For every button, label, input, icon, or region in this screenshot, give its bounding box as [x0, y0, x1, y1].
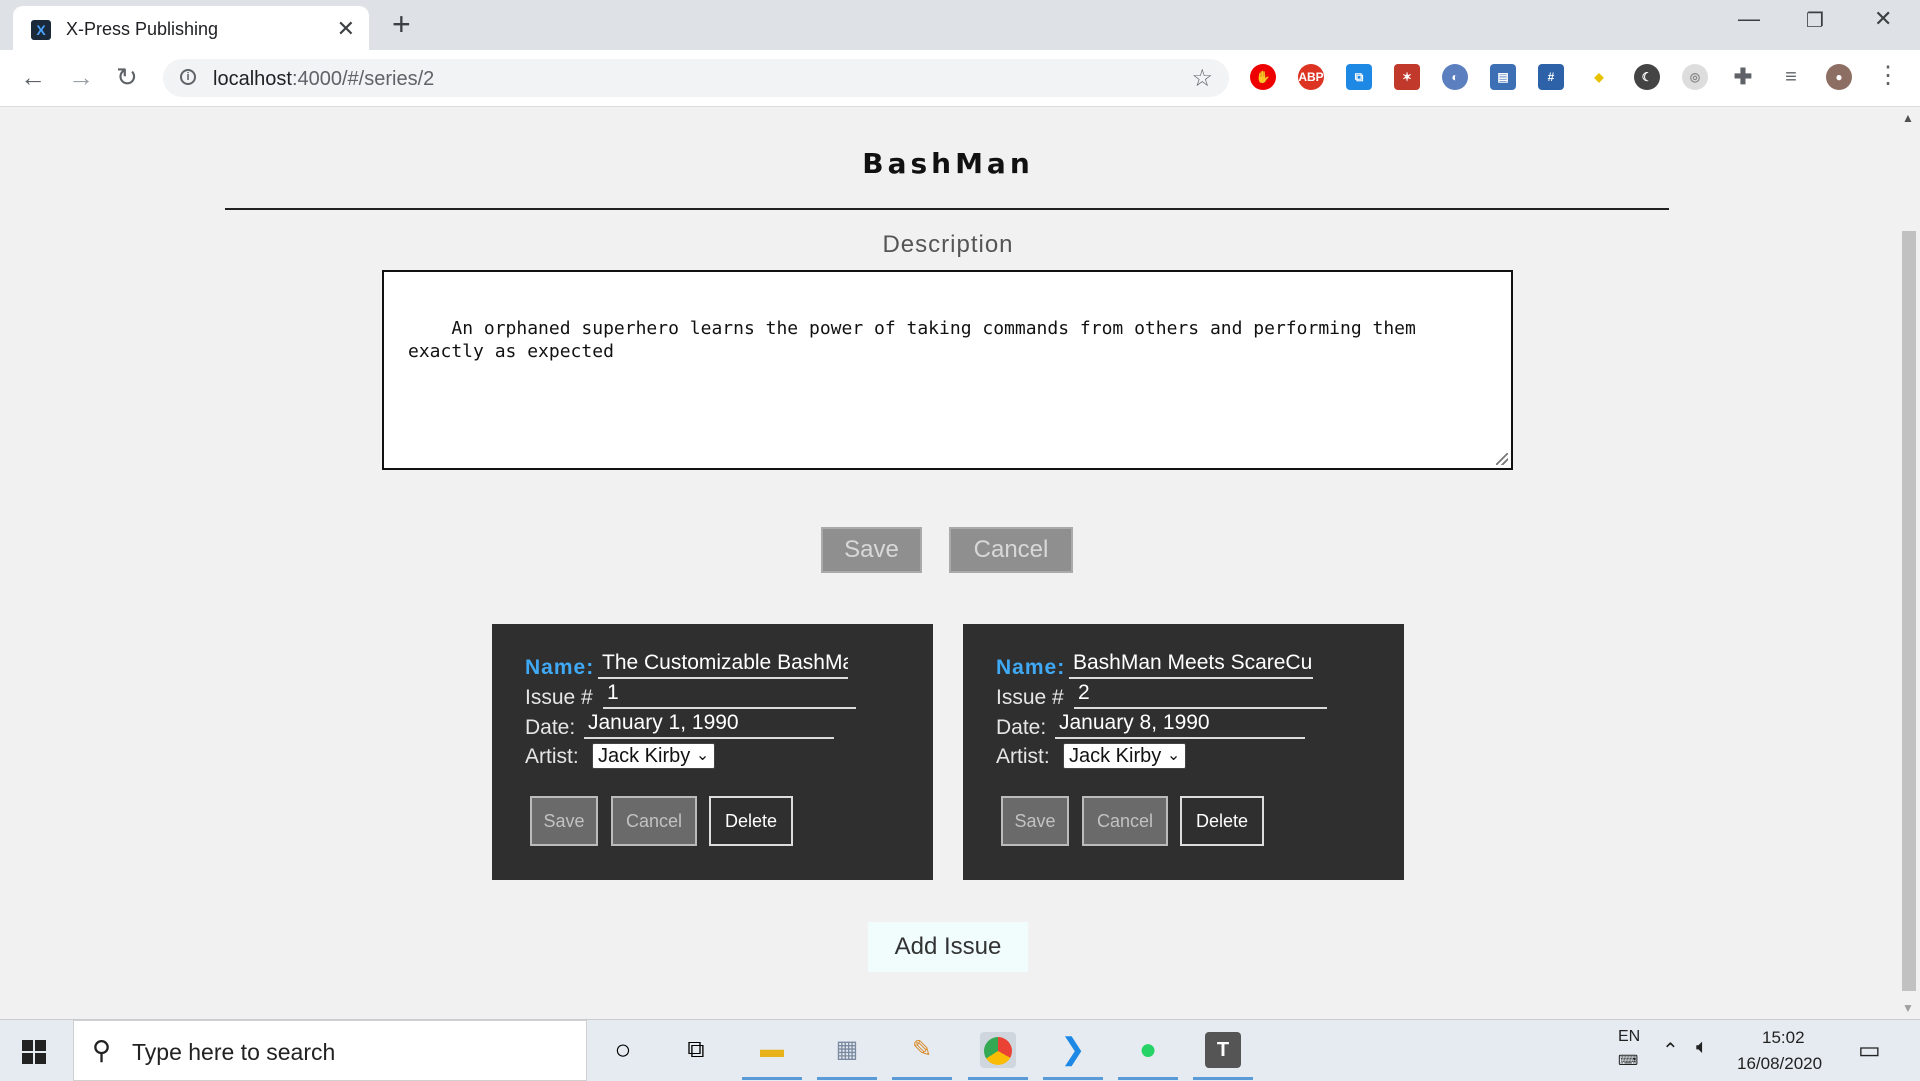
file-explorer-icon[interactable]: ▬ — [754, 1032, 790, 1068]
typora-icon[interactable]: T — [1205, 1032, 1241, 1068]
artist-select[interactable]: Jack Kirby ⌄ — [1063, 743, 1187, 769]
issue-name-input[interactable]: The Customizable BashMan — [598, 651, 848, 679]
issue-card: Name: BashMan Meets ScareCurl Issue # 2 … — [963, 624, 1404, 880]
chrome-icon[interactable] — [980, 1032, 1016, 1068]
description-text: An orphaned superhero learns the power o… — [408, 318, 1427, 362]
browser-menu-icon[interactable]: ⋮ — [1876, 64, 1900, 88]
browser-tab[interactable]: X X-Press Publishing ✕ — [13, 6, 369, 50]
back-icon[interactable]: ← — [20, 64, 46, 90]
translate-extension-icon[interactable]: ⧉ — [1346, 64, 1372, 90]
scrollbar-thumb[interactable] — [1902, 231, 1916, 991]
extensions-puzzle-icon[interactable]: ✚ — [1730, 64, 1756, 90]
issue-date-label: Date: — [525, 716, 576, 739]
browser-toolbar: ← → ↻ i localhost:4000/#/series/2 ☆ ✋ AB… — [0, 50, 1920, 107]
dark-mode-icon[interactable]: ☾ — [1634, 64, 1660, 90]
issue-name-label: Name: — [525, 656, 595, 679]
issue-artist-label: Artist: — [525, 745, 579, 768]
extension-diamond-icon[interactable]: ◆ — [1586, 64, 1612, 90]
issue-name-row: Name: — [996, 656, 1065, 680]
issue-delete-button[interactable]: Delete — [1180, 796, 1264, 846]
issue-card: Name: The Customizable BashMan Issue # 1… — [492, 624, 933, 880]
notifications-icon[interactable]: ▭ — [1858, 1036, 1881, 1065]
vscode-icon[interactable]: ❯ — [1055, 1032, 1091, 1068]
issue-number-label: Issue # — [525, 686, 593, 709]
profile-avatar[interactable]: ● — [1826, 64, 1852, 90]
chevron-down-icon: ⌄ — [695, 747, 710, 764]
address-bar[interactable]: i localhost:4000/#/series/2 ☆ — [163, 59, 1229, 97]
new-tab-icon[interactable]: + — [392, 8, 411, 40]
extension-window-icon[interactable]: ▤ — [1490, 64, 1516, 90]
adblock-icon[interactable]: ABP — [1298, 64, 1324, 90]
page-content: BashMan Description An orphaned superher… — [0, 107, 1896, 1019]
tab-close-icon[interactable]: ✕ — [337, 16, 355, 42]
artist-selected-value: Jack Kirby — [1069, 745, 1162, 767]
series-title: BashMan — [862, 147, 1034, 180]
page-scrollbar[interactable]: ▲ ▼ — [1896, 107, 1920, 1019]
search-placeholder: Type here to search — [132, 1039, 336, 1065]
extension-red-icon[interactable]: ✶ — [1394, 64, 1420, 90]
address-url[interactable]: localhost:4000/#/series/2 — [213, 68, 434, 91]
language-indicator[interactable]: EN — [1618, 1028, 1640, 1046]
clock-time[interactable]: 15:02 — [1762, 1028, 1805, 1048]
issue-delete-button[interactable]: Delete — [709, 796, 793, 846]
extension-grid-icon[interactable]: # — [1538, 64, 1564, 90]
clock-date[interactable]: 16/08/2020 — [1737, 1054, 1822, 1074]
issue-name-input[interactable]: BashMan Meets ScareCurl — [1069, 651, 1313, 679]
tab-favicon-icon: X — [31, 20, 51, 40]
photos-app-icon[interactable]: ▦ — [829, 1032, 865, 1068]
issue-date-label: Date: — [996, 716, 1047, 739]
bookmark-star-icon[interactable]: ☆ — [1191, 64, 1213, 93]
cortana-icon[interactable]: ○ — [605, 1032, 641, 1068]
chevron-up-icon[interactable]: ⌃ — [1662, 1038, 1679, 1063]
issue-number-input[interactable]: 1 — [603, 681, 856, 709]
issue-name-row: Name: — [525, 656, 594, 680]
issue-name-label: Name: — [996, 656, 1066, 679]
info-icon[interactable]: i — [180, 69, 196, 85]
whatsapp-icon[interactable]: ● — [1130, 1032, 1166, 1068]
windows-start-icon[interactable] — [22, 1040, 46, 1064]
issue-number-input[interactable]: 2 — [1074, 681, 1327, 709]
task-view-icon[interactable]: ⧉ — [678, 1032, 714, 1068]
description-label: Description — [882, 231, 1014, 258]
series-save-button[interactable]: Save — [821, 527, 922, 573]
tab-title: X-Press Publishing — [66, 19, 219, 39]
volume-icon[interactable]: 🔈︎ — [1696, 1036, 1708, 1059]
resize-grip-icon[interactable] — [1496, 453, 1508, 465]
paint-app-icon[interactable]: ✎ — [904, 1032, 940, 1068]
description-textarea[interactable]: An orphaned superhero learns the power o… — [382, 270, 1513, 470]
title-divider — [225, 208, 1669, 210]
stop-extension-icon[interactable]: ✋ — [1250, 64, 1276, 90]
issue-date-input[interactable]: January 1, 1990 — [584, 711, 834, 739]
restore-icon[interactable]: ❐ — [1806, 8, 1824, 33]
issue-artist-label: Artist: — [996, 745, 1050, 768]
media-queue-icon[interactable]: ≡ — [1778, 64, 1804, 90]
issue-save-button[interactable]: Save — [1001, 796, 1069, 846]
keyboard-icon[interactable]: ⌨ — [1618, 1052, 1638, 1069]
scroll-down-icon[interactable]: ▼ — [1902, 1001, 1914, 1015]
add-issue-button[interactable]: Add Issue — [868, 922, 1028, 972]
minimize-icon[interactable]: — — [1738, 6, 1760, 32]
search-icon: ⚲ — [92, 1035, 112, 1065]
extension-blue-circle-icon[interactable]: ◐ — [1442, 64, 1468, 90]
series-cancel-button[interactable]: Cancel — [949, 527, 1073, 573]
forward-icon[interactable]: → — [68, 64, 94, 90]
windows-taskbar: ⚲ Type here to search ○ ⧉ ▬ ▦ ✎ ❯ ● T EN… — [0, 1019, 1920, 1081]
chevron-down-icon: ⌄ — [1166, 747, 1181, 764]
reload-icon[interactable]: ↻ — [116, 64, 138, 90]
issue-cancel-button[interactable]: Cancel — [611, 796, 697, 846]
issue-save-button[interactable]: Save — [530, 796, 598, 846]
artist-selected-value: Jack Kirby — [598, 745, 691, 767]
browser-tab-bar: X X-Press Publishing ✕ + — ❐ ✕ — [0, 0, 1920, 50]
issue-number-label: Issue # — [996, 686, 1064, 709]
scroll-up-icon[interactable]: ▲ — [1902, 111, 1914, 125]
issue-cancel-button[interactable]: Cancel — [1082, 796, 1168, 846]
close-window-icon[interactable]: ✕ — [1874, 6, 1892, 32]
issue-date-input[interactable]: January 8, 1990 — [1055, 711, 1305, 739]
taskbar-search-box[interactable]: ⚲ Type here to search — [73, 1020, 587, 1081]
artist-select[interactable]: Jack Kirby ⌄ — [592, 743, 716, 769]
extension-gray-circle-icon[interactable]: ◎ — [1682, 64, 1708, 90]
